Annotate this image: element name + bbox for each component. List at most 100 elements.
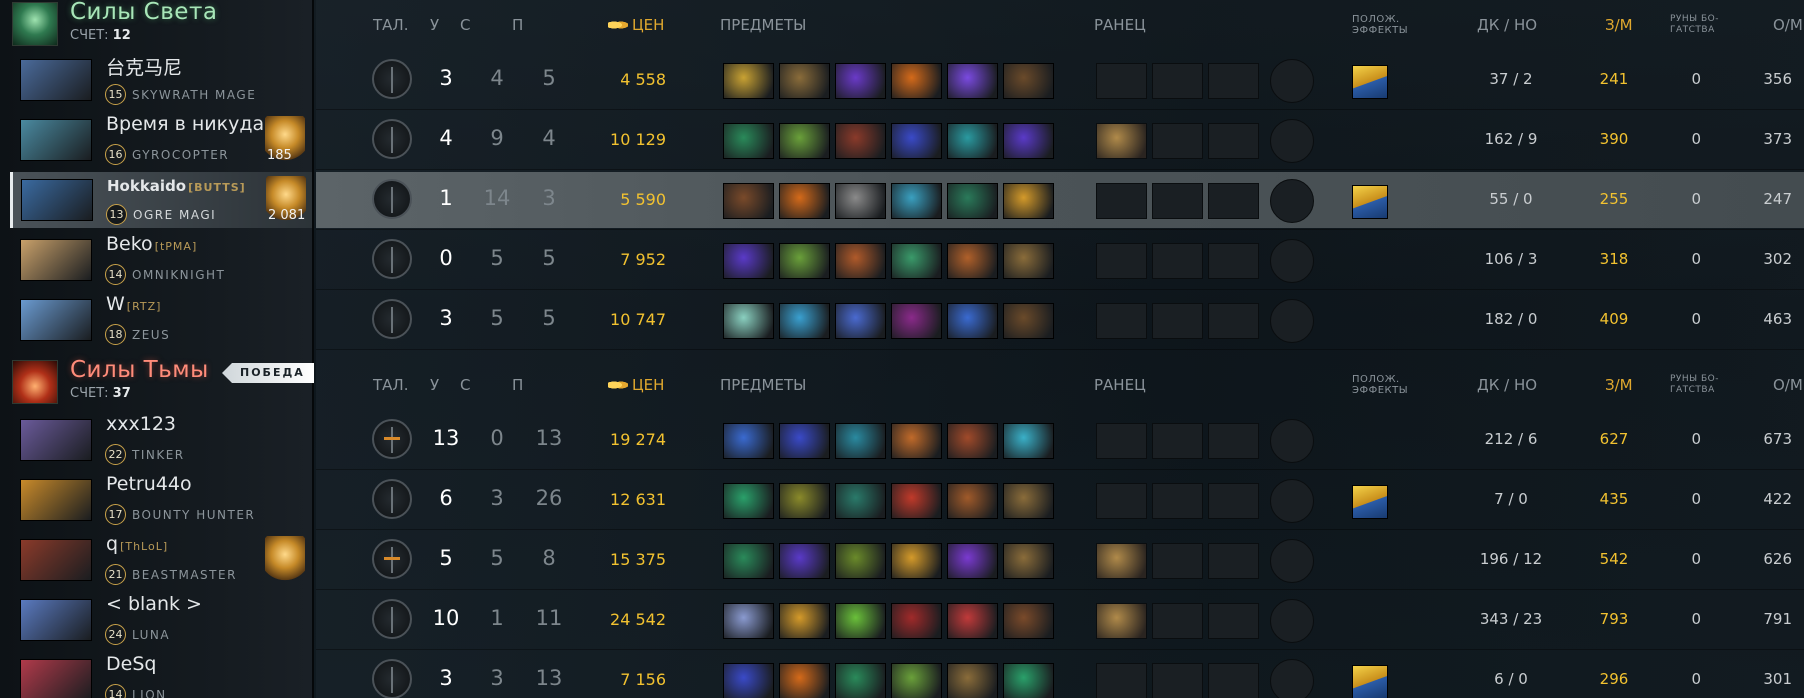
backpack-slot[interactable] (1152, 483, 1203, 519)
item-slot-icon[interactable] (1003, 483, 1054, 519)
item-slot-icon[interactable] (891, 303, 942, 339)
bounty-header[interactable]: РУНЫ БО- ГАТСТВА (1670, 374, 1719, 396)
item-slot-icon[interactable] (723, 243, 774, 279)
backpack-slot[interactable] (1208, 303, 1259, 339)
player-name[interactable]: DeSq (106, 653, 156, 675)
item-slot-icon[interactable] (947, 123, 998, 159)
item-slot-icon[interactable] (891, 423, 942, 459)
backpack-slot[interactable] (1208, 63, 1259, 99)
gpm-header[interactable]: З/М (1605, 376, 1633, 394)
item-slot-icon[interactable] (947, 243, 998, 279)
kills-header[interactable]: У (430, 16, 439, 34)
item-slot-icon[interactable] (947, 663, 998, 698)
backpack-item-icon[interactable] (1096, 123, 1147, 159)
player-name[interactable]: Petru44o (106, 473, 192, 495)
talents-header[interactable]: ТАЛ. (373, 16, 408, 34)
item-slot-icon[interactable] (779, 663, 830, 698)
backpack-slot[interactable] (1208, 663, 1259, 698)
item-slot-icon[interactable] (779, 183, 830, 219)
item-slot-icon[interactable] (723, 423, 774, 459)
player-card[interactable]: Petru44o 17 BOUNTY HUNTER (12, 472, 314, 528)
aghanims-shard-buff-icon[interactable] (1352, 65, 1388, 99)
aghanims-shard-buff-icon[interactable] (1352, 185, 1388, 219)
lhdn-header[interactable]: ДК / НО (1477, 16, 1537, 34)
item-slot-icon[interactable] (891, 663, 942, 698)
item-slot-icon[interactable] (891, 243, 942, 279)
item-slot-icon[interactable] (779, 303, 830, 339)
item-slot-icon[interactable] (1003, 303, 1054, 339)
player-card[interactable]: xxx123 22 TINKER (12, 412, 314, 468)
item-slot-icon[interactable] (723, 543, 774, 579)
backpack-slot[interactable] (1096, 483, 1147, 519)
assists-header[interactable]: П (512, 16, 523, 34)
backpack-slot[interactable] (1096, 183, 1147, 219)
backpack-slot[interactable] (1152, 303, 1203, 339)
item-slot-icon[interactable] (723, 603, 774, 639)
item-slot-icon[interactable] (835, 243, 886, 279)
backpack-slot[interactable] (1152, 243, 1203, 279)
player-name[interactable]: Beko [tPMA] (106, 233, 197, 255)
item-slot-icon[interactable] (779, 603, 830, 639)
networth-header[interactable]: ЦЕН (608, 16, 664, 34)
backpack-item-icon[interactable] (1096, 603, 1147, 639)
item-slot-icon[interactable] (723, 123, 774, 159)
player-name[interactable]: q [ThLoL] (106, 533, 168, 555)
neutral-item-slot[interactable] (1270, 659, 1314, 698)
item-slot-icon[interactable] (947, 183, 998, 219)
item-slot-icon[interactable] (835, 123, 886, 159)
networth-header[interactable]: ЦЕН (608, 376, 664, 394)
item-slot-icon[interactable] (1003, 183, 1054, 219)
talent-tree-icon[interactable] (372, 239, 412, 279)
neutral-item-slot[interactable] (1270, 479, 1314, 523)
backpack-slot[interactable] (1096, 423, 1147, 459)
kills-header[interactable]: У (430, 376, 439, 394)
backpack-slot[interactable] (1096, 663, 1147, 698)
neutral-item-slot[interactable] (1270, 299, 1314, 343)
backpack-slot[interactable] (1208, 423, 1259, 459)
item-slot-icon[interactable] (1003, 123, 1054, 159)
backpack-slot[interactable] (1208, 603, 1259, 639)
backpack-slot[interactable] (1152, 63, 1203, 99)
talent-tree-icon[interactable] (372, 599, 412, 639)
backpack-slot[interactable] (1152, 543, 1203, 579)
neutral-item-slot[interactable] (1270, 119, 1314, 163)
player-card[interactable]: 台克马尼 15 SKYWRATH MAGE (12, 52, 314, 108)
player-card[interactable]: Hokkaido [BUTTS] 13 OGRE MAGI 2 081 (10, 172, 312, 228)
player-card[interactable]: Время в никуда 16 GYROCOPTER 185 (12, 112, 314, 168)
player-name[interactable]: Hokkaido [BUTTS] (107, 177, 246, 195)
buffs-header[interactable]: ПОЛОЖ. ЭФФЕКТЫ (1352, 14, 1408, 36)
item-slot-icon[interactable] (779, 423, 830, 459)
item-slot-icon[interactable] (779, 543, 830, 579)
player-card[interactable]: DeSq 14 LION (12, 652, 314, 698)
item-slot-icon[interactable] (835, 543, 886, 579)
neutral-item-slot[interactable] (1270, 419, 1314, 463)
talents-header[interactable]: ТАЛ. (373, 376, 408, 394)
xpm-header[interactable]: О/М (1773, 16, 1803, 34)
backpack-slot[interactable] (1152, 663, 1203, 698)
backpack-slot[interactable] (1208, 243, 1259, 279)
talent-tree-icon[interactable] (372, 539, 412, 579)
player-name[interactable]: Время в никуда (106, 113, 264, 135)
item-slot-icon[interactable] (723, 183, 774, 219)
neutral-item-slot[interactable] (1270, 239, 1314, 283)
player-card[interactable]: < blank > 24 LUNA (12, 592, 314, 648)
neutral-item-slot[interactable] (1270, 599, 1314, 643)
item-slot-icon[interactable] (891, 603, 942, 639)
player-name[interactable]: xxx123 (106, 413, 176, 435)
item-slot-icon[interactable] (835, 423, 886, 459)
item-slot-icon[interactable] (835, 603, 886, 639)
item-slot-icon[interactable] (891, 183, 942, 219)
backpack-slot[interactable] (1096, 243, 1147, 279)
lhdn-header[interactable]: ДК / НО (1477, 376, 1537, 394)
item-slot-icon[interactable] (1003, 243, 1054, 279)
backpack-slot[interactable] (1152, 183, 1203, 219)
item-slot-icon[interactable] (779, 483, 830, 519)
item-slot-icon[interactable] (891, 63, 942, 99)
aghanims-shard-buff-icon[interactable] (1352, 665, 1388, 698)
item-slot-icon[interactable] (779, 123, 830, 159)
neutral-item-slot[interactable] (1270, 539, 1314, 583)
item-slot-icon[interactable] (1003, 423, 1054, 459)
backpack-slot[interactable] (1152, 123, 1203, 159)
player-card[interactable]: W [RTZ] 18 ZEUS (12, 292, 314, 348)
backpack-header[interactable]: РАНЕЦ (1094, 376, 1146, 394)
